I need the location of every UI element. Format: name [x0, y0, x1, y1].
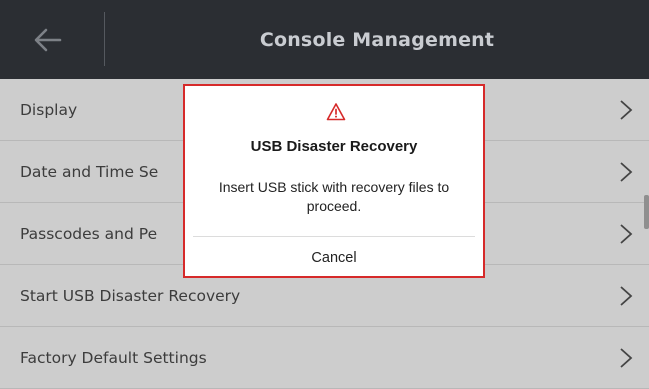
back-button[interactable]	[30, 22, 66, 58]
list-item-label: Date and Time Se	[20, 162, 159, 181]
cancel-button[interactable]: Cancel	[185, 237, 483, 278]
page-title: Console Management	[259, 28, 495, 51]
dialog-title: USB Disaster Recovery	[250, 138, 418, 155]
scrollbar-thumb[interactable]	[644, 195, 649, 229]
list-item-label: Display	[20, 100, 78, 119]
list-item-factory-default[interactable]: Factory Default Settings	[0, 327, 649, 389]
chevron-right-icon	[620, 224, 633, 244]
chevron-right-icon	[620, 162, 633, 182]
usb-recovery-dialog: USB Disaster Recovery Insert USB stick w…	[183, 84, 485, 278]
chevron-right-icon	[620, 286, 633, 306]
list-item-label: Passcodes and Pe	[20, 224, 158, 243]
chevron-right-icon	[620, 348, 633, 368]
arrow-left-icon	[34, 28, 62, 52]
chevron-right-icon	[620, 100, 633, 120]
app-header: Console Management	[0, 0, 649, 79]
dialog-message: Insert USB stick with recovery files to …	[218, 179, 450, 214]
list-item-label: Factory Default Settings	[20, 348, 207, 367]
warning-icon	[326, 103, 346, 121]
